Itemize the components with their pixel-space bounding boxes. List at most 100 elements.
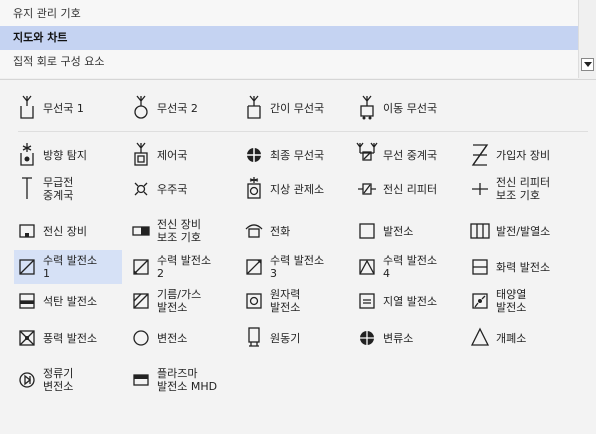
- symbol-item[interactable]: 변전소: [128, 321, 236, 355]
- passive-repeater-icon: [16, 174, 38, 202]
- shape-library-window: 유지 관리 기호 지도와 차트 집적 회로 구성 요소 무선국 1 무선국 2 간이…: [0, 0, 596, 434]
- symbol-item[interactable]: 전신 리피터 보조 기호: [467, 172, 575, 206]
- radio-station-1-icon: [16, 93, 38, 121]
- category-item[interactable]: 집적 회로 구성 요소: [0, 50, 578, 74]
- control-station-icon: [130, 140, 152, 168]
- symbol-label: 변전소: [157, 331, 188, 345]
- telephone-icon: [243, 216, 265, 244]
- symbol-label: 지상 관제소: [270, 182, 325, 196]
- symbol-label: 풍력 발전소: [43, 331, 98, 345]
- symbol-item[interactable]: 원자력 발전소: [241, 284, 349, 318]
- symbol-item[interactable]: 수력 발전소 4: [354, 250, 462, 284]
- symbol-label: 이동 무선국: [383, 101, 438, 115]
- radio-relay-station-icon: [356, 140, 378, 168]
- symbol-label: 수력 발전소 1: [43, 254, 98, 280]
- telegraph-equipment-icon: [16, 216, 38, 244]
- symbol-item[interactable]: 변류소: [354, 321, 462, 355]
- symbol-item[interactable]: 제어국: [128, 138, 236, 172]
- telegraph-repeater-icon: [356, 174, 378, 202]
- symbol-label: 변류소: [383, 331, 414, 345]
- hydro-plant-3-icon: [243, 252, 265, 280]
- category-scrollbar[interactable]: [578, 0, 596, 78]
- substation-icon: [130, 323, 152, 351]
- symbol-item[interactable]: 개폐소: [467, 321, 575, 355]
- power-heat-plant-icon: [469, 216, 491, 244]
- symbol-item[interactable]: 최종 무선국: [241, 138, 349, 172]
- symbol-label: 정류기 변전소: [43, 367, 74, 393]
- symbol-item[interactable]: 지상 관제소: [241, 172, 349, 206]
- symbol-label: 지열 발전소: [383, 294, 438, 308]
- symbol-label: 전화: [270, 224, 291, 238]
- symbol-label: 전신 장비 보조 기호: [157, 218, 201, 244]
- category-item-selected[interactable]: 지도와 차트: [0, 26, 578, 50]
- symbol-item[interactable]: 무급전 중계국: [14, 172, 122, 206]
- symbol-label: 원동기: [270, 331, 301, 345]
- symbol-item[interactable]: 정류기 변전소: [14, 363, 122, 397]
- symbol-item[interactable]: 전신 장비: [14, 214, 122, 248]
- symbol-item[interactable]: 전화: [241, 214, 349, 248]
- symbol-panel: 무선국 1 무선국 2 간이 무선국 이동 무선국방향 탐지 제어국 최종 무선국 무선 중…: [0, 80, 596, 434]
- geothermal-plant-icon: [356, 286, 378, 314]
- ground-control-icon: [243, 174, 265, 202]
- symbol-item[interactable]: 기름/가스 발전소: [128, 284, 236, 318]
- symbol-item[interactable]: 태양열 발전소: [467, 284, 575, 318]
- telegraph-equipment-aux-icon: [130, 216, 152, 244]
- category-list: 유지 관리 기호 지도와 차트 집적 회로 구성 요소: [0, 0, 596, 78]
- symbol-item[interactable]: 원동기: [241, 321, 349, 355]
- symbol-item[interactable]: 풍력 발전소: [14, 321, 122, 355]
- symbol-item[interactable]: 발전소: [354, 214, 462, 248]
- symbol-label: 플라즈마 발전소 MHD: [157, 367, 218, 393]
- symbol-item[interactable]: 석탄 발전소: [14, 284, 122, 318]
- symbol-label: 개폐소: [496, 331, 527, 345]
- symbol-item[interactable]: 수력 발전소 2: [128, 250, 236, 284]
- prime-mover-icon: [243, 323, 265, 351]
- telegraph-repeater-aux-icon: [469, 174, 491, 202]
- symbol-label: 전신 장비: [43, 224, 87, 238]
- direction-finding-icon: [16, 140, 38, 168]
- nuclear-plant-icon: [243, 286, 265, 314]
- symbol-item[interactable]: 수력 발전소 1: [14, 250, 122, 284]
- plasma-mhd-plant-icon: [130, 365, 152, 393]
- symbol-item[interactable]: 수력 발전소 3: [241, 250, 349, 284]
- symbol-label: 무선국 1: [43, 101, 84, 115]
- symbol-label: 무급전 중계국: [43, 176, 74, 202]
- simple-radio-station-icon: [243, 93, 265, 121]
- symbol-label: 수력 발전소 2: [157, 254, 212, 280]
- symbol-item[interactable]: 우주국: [128, 172, 236, 206]
- category-item[interactable]: 유지 관리 기호: [0, 2, 578, 26]
- power-plant-icon: [356, 216, 378, 244]
- symbol-item[interactable]: 무선국 2: [128, 91, 236, 125]
- symbol-item[interactable]: 간이 무선국: [241, 91, 349, 125]
- symbol-label: 무선 중계국: [383, 148, 438, 162]
- symbol-label: 최종 무선국: [270, 148, 325, 162]
- subscriber-equipment-icon: [469, 140, 491, 168]
- wind-plant-icon: [16, 323, 38, 351]
- mobile-radio-station-icon: [356, 93, 378, 121]
- symbol-item[interactable]: 방향 탐지: [14, 138, 122, 172]
- symbol-label: 수력 발전소 4: [383, 254, 438, 280]
- symbol-item[interactable]: 지열 발전소: [354, 284, 462, 318]
- symbol-label: 수력 발전소 3: [270, 254, 325, 280]
- scroll-down-button[interactable]: [581, 58, 594, 71]
- symbol-item[interactable]: 무선국 1: [14, 91, 122, 125]
- symbol-item[interactable]: 무선 중계국: [354, 138, 462, 172]
- symbol-item[interactable]: 전신 리피터: [354, 172, 462, 206]
- terminal-radio-station-icon: [243, 140, 265, 168]
- solar-plant-icon: [469, 286, 491, 314]
- symbol-item[interactable]: 플라즈마 발전소 MHD: [128, 363, 236, 397]
- symbol-item[interactable]: 가입자 장비: [467, 138, 575, 172]
- hydro-plant-2-icon: [130, 252, 152, 280]
- symbol-item[interactable]: 발전/발열소: [467, 214, 575, 248]
- symbol-label: 원자력 발전소: [270, 288, 301, 314]
- rectifier-substation-icon: [16, 365, 38, 393]
- symbol-label: 발전소: [383, 224, 414, 238]
- symbol-label: 화력 발전소: [496, 260, 551, 274]
- converter-station-icon: [356, 323, 378, 351]
- symbol-label: 전신 리피터: [383, 182, 438, 196]
- symbol-label: 가입자 장비: [496, 148, 551, 162]
- symbol-item[interactable]: 전신 장비 보조 기호: [128, 214, 236, 248]
- space-station-icon: [130, 174, 152, 202]
- symbol-label: 우주국: [157, 182, 188, 196]
- symbol-item[interactable]: 이동 무선국: [354, 91, 462, 125]
- symbol-item[interactable]: 화력 발전소: [467, 250, 575, 284]
